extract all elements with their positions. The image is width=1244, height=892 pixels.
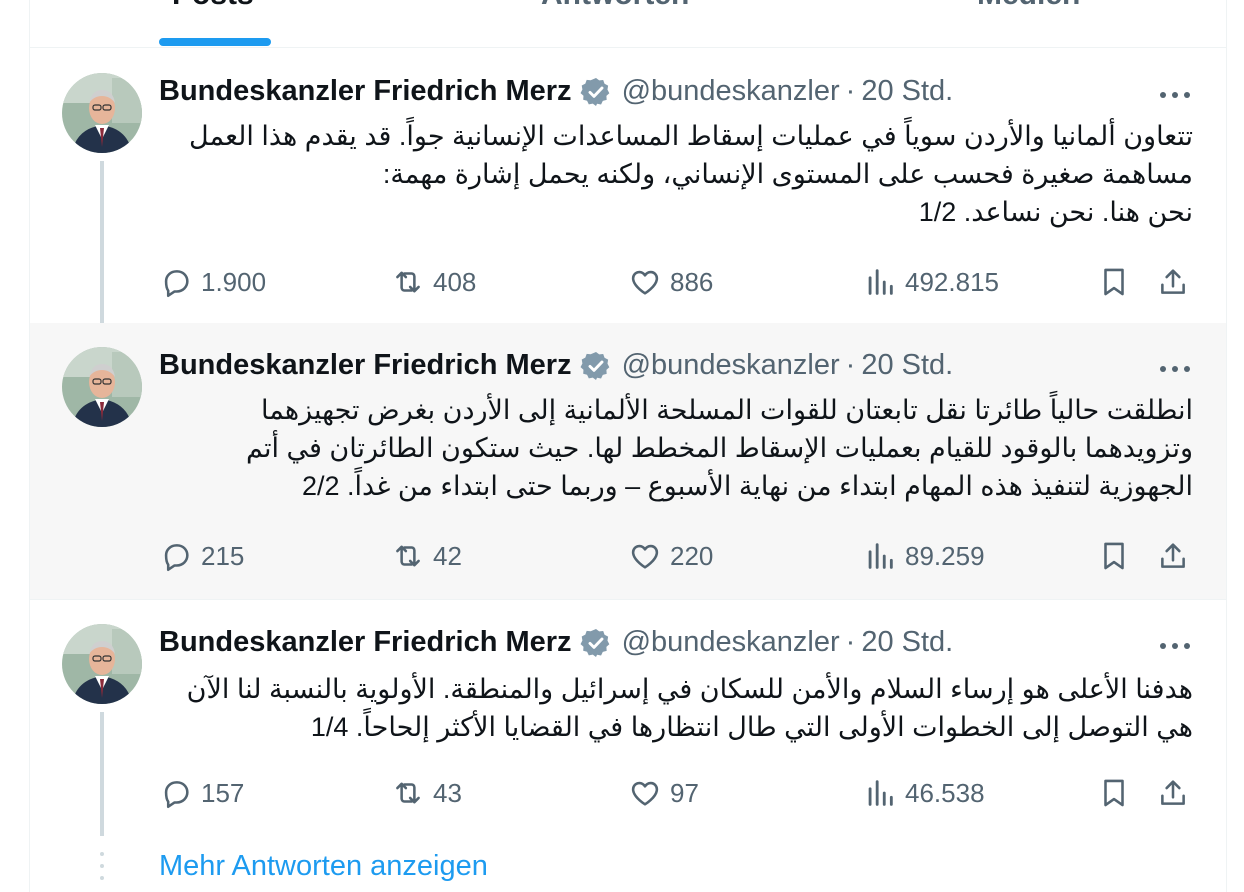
avatar[interactable] <box>62 73 142 153</box>
like-button[interactable]: 886 <box>628 262 713 302</box>
tweet[interactable]: Bundeskanzler Friedrich Merz @bundeskanz… <box>30 323 1226 599</box>
reply-icon <box>164 544 189 572</box>
tweet-header: Bundeskanzler Friedrich Merz @bundeskanz… <box>159 75 953 108</box>
author-handle[interactable]: @bundeskanzler <box>622 349 840 382</box>
thread-line <box>100 712 104 836</box>
author-name[interactable]: Bundeskanzler Friedrich Merz <box>159 626 572 659</box>
views-count: 46.538 <box>905 777 985 808</box>
tweet-actions: 215 42 220 89.259 <box>159 536 1193 576</box>
active-tab-indicator <box>159 38 271 46</box>
like-button[interactable]: 97 <box>628 773 699 813</box>
share-icon <box>1161 780 1185 805</box>
like-count: 97 <box>670 777 699 808</box>
views-button[interactable]: 46.538 <box>863 773 985 813</box>
thread-line <box>100 161 104 323</box>
repost-icon <box>396 545 420 567</box>
share-icon <box>1161 543 1185 568</box>
repost-count: 408 <box>433 266 477 297</box>
tweet-actions: 157 43 97 46.538 <box>159 773 1193 813</box>
views-button[interactable]: 492.815 <box>863 262 999 302</box>
views-count: 492.815 <box>905 266 999 297</box>
repost-button[interactable]: 42 <box>391 536 462 576</box>
like-icon <box>631 781 659 806</box>
thread-dots <box>100 852 104 888</box>
more-icon[interactable] <box>1158 85 1192 105</box>
reply-button[interactable]: 157 <box>159 773 244 813</box>
views-icon <box>868 543 893 569</box>
tweet[interactable]: Bundeskanzler Friedrich Merz @bundeskanz… <box>30 49 1226 323</box>
avatar[interactable] <box>62 624 142 704</box>
reply-count: 215 <box>201 540 245 571</box>
bookmark-icon <box>1104 779 1124 807</box>
repost-button[interactable]: 43 <box>391 773 462 813</box>
show-more-replies-link[interactable]: Mehr Antworten anzeigen <box>159 850 488 883</box>
avatar[interactable] <box>62 347 142 427</box>
reply-count: 157 <box>201 777 245 808</box>
author-name[interactable]: Bundeskanzler Friedrich Merz <box>159 75 572 108</box>
profile-tabs: Posts Antworten Medien <box>30 0 1226 48</box>
tweet-text: هدفنا الأعلى هو إرساء السلام والأمن للسك… <box>186 674 1193 742</box>
separator: · <box>845 75 856 107</box>
like-count: 220 <box>670 540 714 571</box>
reply-icon <box>164 270 189 298</box>
tab-media[interactable]: Medien <box>977 0 1080 12</box>
more-icon[interactable] <box>1158 359 1192 379</box>
repost-icon <box>396 782 420 804</box>
tab-replies[interactable]: Antworten <box>541 0 689 12</box>
author-handle[interactable]: @bundeskanzler <box>622 626 840 659</box>
share-icon <box>1161 269 1185 294</box>
verified-badge-icon <box>580 628 609 657</box>
bookmark-button[interactable] <box>1097 536 1139 576</box>
like-button[interactable]: 220 <box>628 536 713 576</box>
timeline-column: Posts Antworten Medien Bundeskanzler Fri… <box>29 0 1227 892</box>
verified-badge-icon <box>580 77 609 106</box>
like-count: 886 <box>670 266 714 297</box>
bookmark-button[interactable] <box>1097 773 1139 813</box>
share-button[interactable] <box>1156 773 1198 813</box>
tweet-header: Bundeskanzler Friedrich Merz @bundeskanz… <box>159 349 953 382</box>
repost-count: 43 <box>433 777 462 808</box>
bookmark-icon <box>1104 542 1124 570</box>
separator: · <box>845 626 856 658</box>
bookmark-icon <box>1104 268 1124 296</box>
bookmark-button[interactable] <box>1097 262 1139 302</box>
timestamp[interactable]: 20 Std. <box>861 75 953 108</box>
views-count: 89.259 <box>905 540 985 571</box>
tweet-header: Bundeskanzler Friedrich Merz @bundeskanz… <box>159 626 953 659</box>
timestamp[interactable]: 20 Std. <box>861 349 953 382</box>
repost-count: 42 <box>433 540 462 571</box>
separator: · <box>845 349 856 381</box>
reply-icon <box>164 781 189 809</box>
timestamp[interactable]: 20 Std. <box>861 626 953 659</box>
verified-badge-icon <box>580 351 609 380</box>
like-icon <box>631 544 659 569</box>
tweet-actions: 1.900 408 886 492.815 <box>159 262 1193 302</box>
share-button[interactable] <box>1156 536 1198 576</box>
views-button[interactable]: 89.259 <box>863 536 985 576</box>
like-icon <box>631 270 659 295</box>
author-name[interactable]: Bundeskanzler Friedrich Merz <box>159 349 572 382</box>
tweet-text: انطلقت حالياً طائرتا نقل تابعتان للقوات … <box>246 395 1193 501</box>
tweet-text: تتعاون ألمانيا والأردن سوياً في عمليات إ… <box>189 121 1193 227</box>
tab-posts[interactable]: Posts <box>172 0 254 12</box>
tweet[interactable]: Bundeskanzler Friedrich Merz @bundeskanz… <box>30 600 1226 840</box>
views-icon <box>868 269 893 295</box>
reply-button[interactable]: 215 <box>159 536 244 576</box>
views-icon <box>868 780 893 806</box>
repost-icon <box>396 271 420 293</box>
more-icon[interactable] <box>1158 636 1192 656</box>
share-button[interactable] <box>1156 262 1198 302</box>
reply-button[interactable]: 1.900 <box>159 262 266 302</box>
reply-count: 1.900 <box>201 266 267 297</box>
author-handle[interactable]: @bundeskanzler <box>622 75 840 108</box>
repost-button[interactable]: 408 <box>391 262 476 302</box>
